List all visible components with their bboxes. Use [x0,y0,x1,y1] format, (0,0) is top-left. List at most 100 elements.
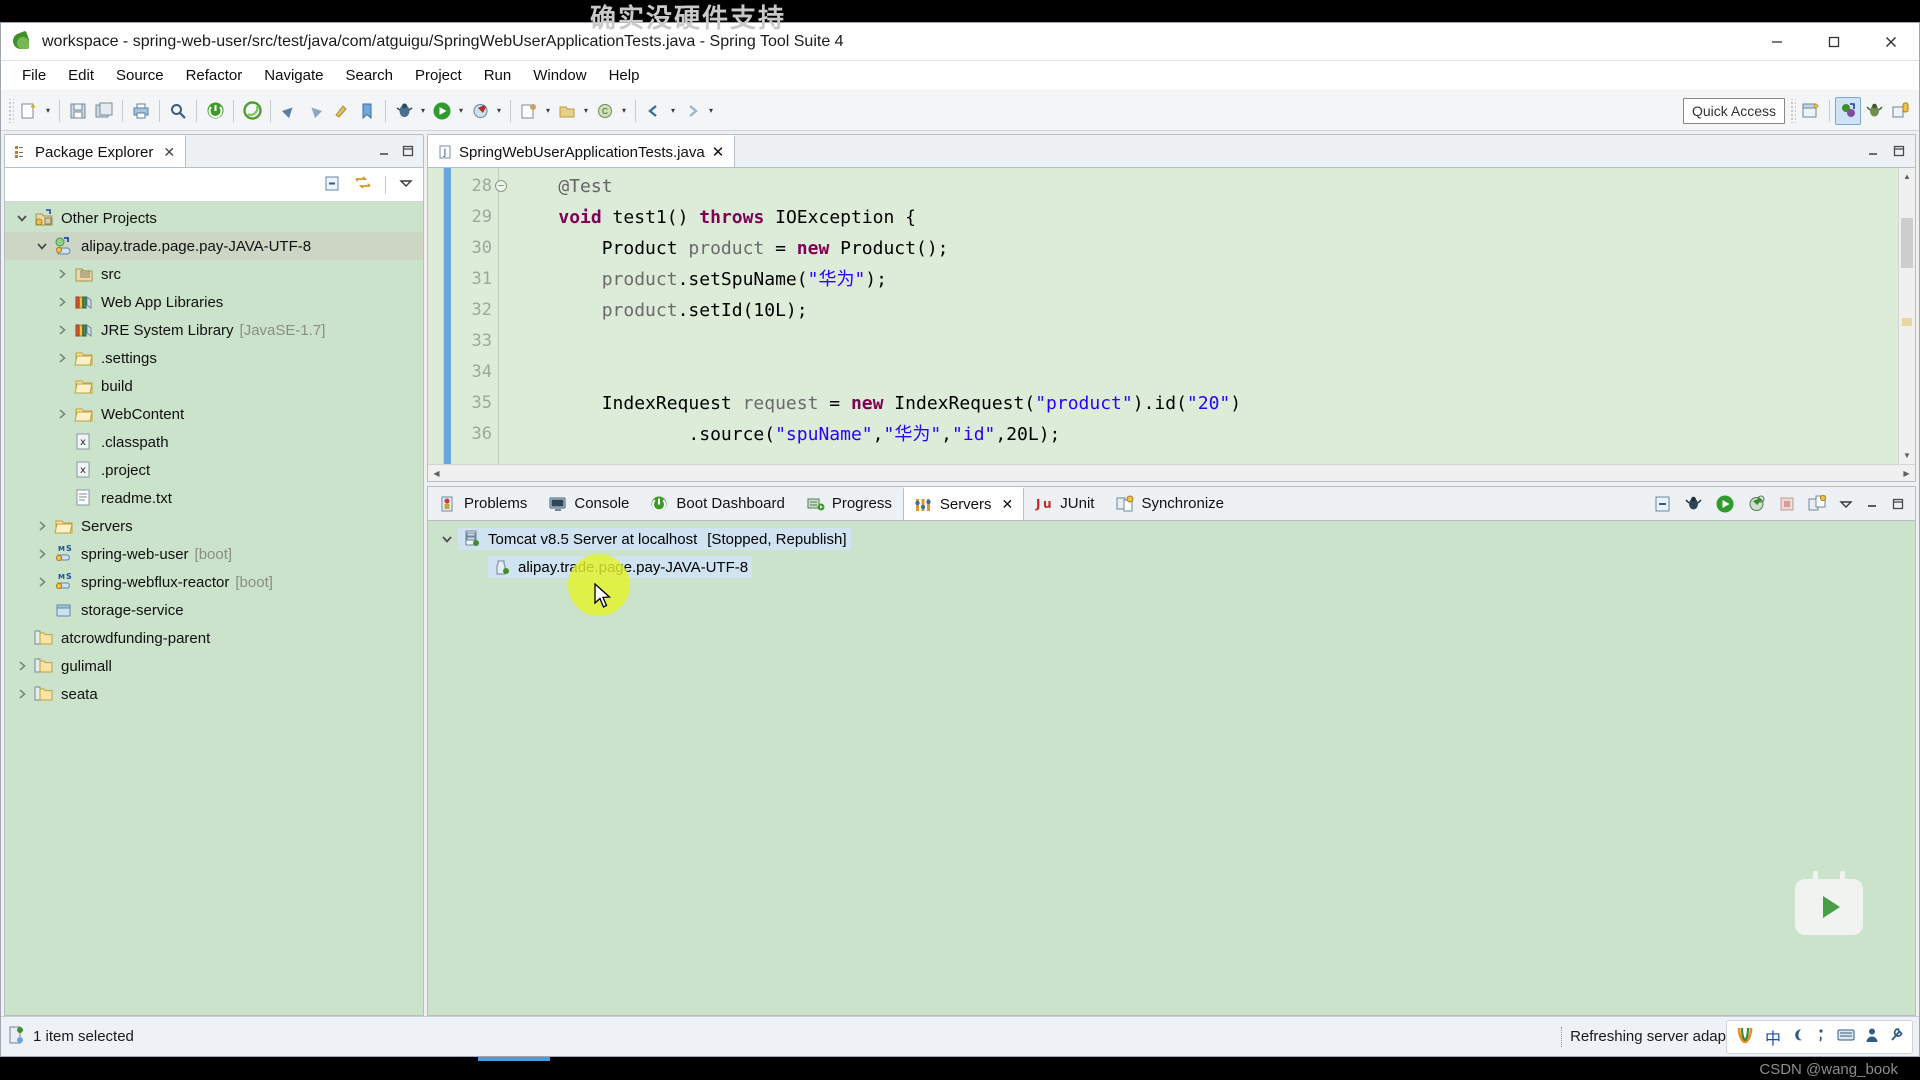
tree-item-src[interactable]: src [5,260,423,288]
next-annotation-icon[interactable] [276,97,302,125]
new-class-icon[interactable]: C [592,97,618,125]
maximize-icon[interactable] [1892,144,1906,158]
external-tools-icon[interactable] [467,97,493,125]
external-tools-dropdown-icon[interactable]: ▾ [493,97,505,125]
code-line[interactable] [515,326,1915,357]
profile-server-icon[interactable] [1747,494,1766,513]
chevron-right-icon[interactable] [31,548,53,560]
tab-console[interactable]: Console [538,487,640,520]
collapse-all-icon[interactable] [1654,495,1672,513]
marker-icon[interactable] [328,97,354,125]
tab-springwebuserapplicationtests[interactable]: J SpringWebUserApplicationTests.java ✕ [428,135,736,167]
source-code[interactable]: @Test void test1() throws IOException { … [499,168,1915,464]
tab-boot-dashboard[interactable]: Boot Dashboard [640,487,795,520]
menu-search[interactable]: Search [334,64,404,87]
tree-item-atcrowdfunding-parent[interactable]: atcrowdfunding-parent [5,624,423,652]
tree-item-servers[interactable]: Servers [5,512,423,540]
code-line[interactable]: @Test [515,171,1915,202]
server-row[interactable]: Tomcat v8.5 Server at localhost [Stopped,… [428,525,1915,553]
java-ee-perspective-icon[interactable] [1835,96,1861,125]
view-menu-icon[interactable] [1839,497,1853,511]
tree-item-spring-web-user[interactable]: M Sspring-web-user [boot] [5,540,423,568]
tools-icon[interactable] [1889,1027,1904,1047]
tree-item-readme-txt[interactable]: readme.txt [5,484,423,512]
code-line[interactable]: .source("spuName","华为","id",20L); [515,419,1915,450]
overview-marker[interactable] [1902,318,1912,326]
chevron-right-icon[interactable] [31,576,53,588]
menu-file[interactable]: File [11,64,57,87]
toolbar-grip[interactable] [7,98,14,123]
collapse-all-icon[interactable] [324,175,341,195]
editor-vertical-scrollbar[interactable]: ▲ ▼ [1898,168,1915,464]
moon-icon[interactable] [1791,1027,1805,1047]
previous-annotation-icon[interactable] [302,97,328,125]
scroll-left-icon[interactable]: ◀ [428,469,445,478]
code-line[interactable]: product.setSpuName("华为"); [515,264,1915,295]
tree-item-other-projects[interactable]: Other Projects [5,204,423,232]
editor-horizontal-scrollbar[interactable]: ◀ ▶ [428,464,1915,481]
forward-dropdown-icon[interactable]: ▾ [705,97,717,125]
java-perspective-icon[interactable] [1887,97,1913,125]
new-package-dropdown-icon[interactable]: ▾ [580,97,592,125]
server-row[interactable]: alipay.trade.page.pay-JAVA-UTF-8 [428,553,1915,581]
editor-marker-bar[interactable] [428,168,444,464]
code-line[interactable] [515,357,1915,388]
close-button[interactable] [1862,23,1919,61]
bookmark-icon[interactable] [354,97,380,125]
scroll-up-icon[interactable]: ▲ [1899,168,1915,185]
print-icon[interactable] [128,97,154,125]
debug-perspective-icon[interactable] [1861,97,1887,125]
minimize-button[interactable] [1748,23,1805,61]
tree-item-settings[interactable]: .settings [5,344,423,372]
maximize-button[interactable] [1805,23,1862,61]
view-menu-icon[interactable] [399,176,413,193]
menu-source[interactable]: Source [105,64,175,87]
code-line[interactable]: void test1() throws IOException { [515,202,1915,233]
tab-progress[interactable]: Progress [796,487,903,520]
close-icon[interactable]: ✕ [163,144,175,161]
chevron-down-icon[interactable] [11,212,33,224]
search-icon[interactable] [165,97,191,125]
close-icon[interactable]: ✕ [712,143,725,161]
stop-server-icon[interactable] [1778,495,1796,513]
menu-project[interactable]: Project [404,64,473,87]
boot-dashboard-icon[interactable] [202,97,228,125]
link-with-editor-icon[interactable] [354,175,372,195]
chevron-down-icon[interactable] [31,240,53,252]
start-server-icon[interactable] [1715,494,1735,514]
chevron-right-icon[interactable] [51,268,73,280]
quick-access-input[interactable]: Quick Access [1682,97,1785,124]
menu-help[interactable]: Help [598,64,651,87]
run-icon[interactable] [429,97,455,125]
comma-icon[interactable] [1815,1027,1827,1047]
code-line[interactable]: Product product = new Product(); [515,233,1915,264]
tree-item-web-app-libraries[interactable]: Web App Libraries [5,288,423,316]
save-icon[interactable] [65,97,91,125]
back-icon[interactable] [641,97,667,125]
new-java-project-icon[interactable] [516,97,542,125]
new-package-icon[interactable] [554,97,580,125]
debug-server-icon[interactable] [1684,494,1703,513]
menu-navigate[interactable]: Navigate [253,64,334,87]
tab-junit[interactable]: Ju JUnit [1024,487,1105,520]
menu-window[interactable]: Window [522,64,597,87]
minimize-icon[interactable] [377,144,391,158]
scroll-thumb[interactable] [1901,218,1913,268]
maximize-icon[interactable] [401,144,415,158]
tab-package-explorer[interactable]: Package Explorer ✕ [5,135,187,167]
tree-item-gulimall[interactable]: gulimall [5,652,423,680]
chevron-right-icon[interactable] [11,688,33,700]
minimize-icon[interactable] [1865,497,1879,511]
new-wizard-dropdown-icon[interactable]: ▾ [42,97,54,125]
scroll-right-icon[interactable]: ▶ [1898,469,1915,478]
tree-item-classpath[interactable]: x .classpath [5,428,423,456]
new-class-dropdown-icon[interactable]: ▾ [618,97,630,125]
tree-item-project[interactable]: x .project [5,456,423,484]
tree-item-alipay-trade-page-pay-java-utf-8[interactable]: alipay.trade.page.pay-JAVA-UTF-8 [5,232,423,260]
project-tree[interactable]: Other Projects alipay.trade.page.pay-JAVA… [5,202,423,1015]
chevron-right-icon[interactable] [51,352,73,364]
menu-run[interactable]: Run [473,64,523,87]
chevron-right-icon[interactable] [31,520,53,532]
tab-servers[interactable]: Servers ✕ [902,487,1025,520]
open-perspective-icon[interactable] [1798,97,1824,125]
